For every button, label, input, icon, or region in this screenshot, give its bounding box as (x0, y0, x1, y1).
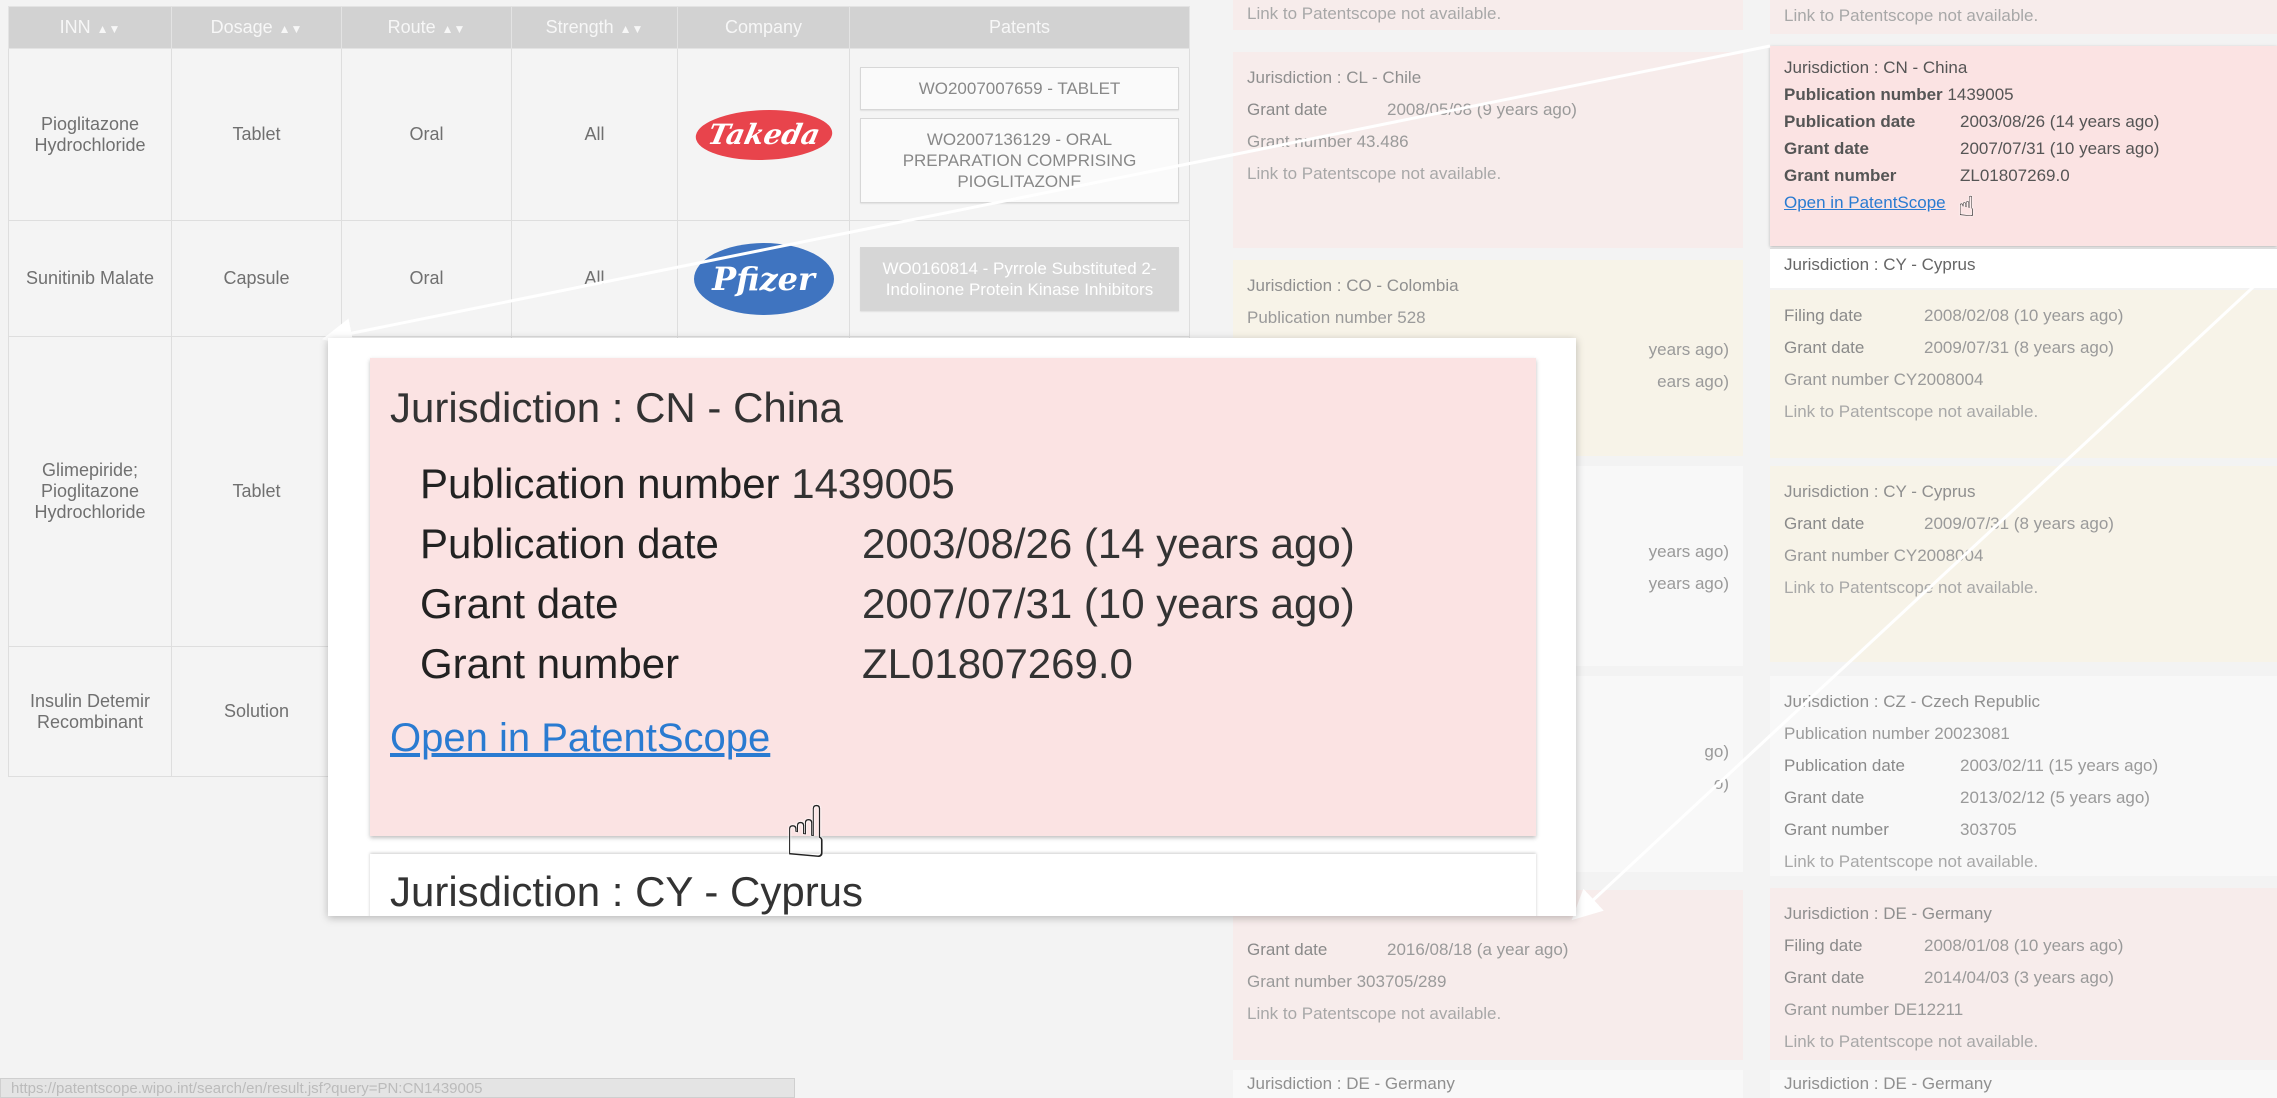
column-header-company: Company (677, 6, 850, 49)
hand-pointer-icon: ☝ (784, 790, 828, 874)
jurisdiction-card: Link to Patentscope not available. (1233, 0, 1743, 30)
zoomed-jurisdiction-title: Jurisdiction : CN - China (390, 384, 843, 431)
column-header-inn[interactable]: INN ▲▼ (8, 6, 172, 49)
cell-route: Oral (341, 220, 512, 337)
pfizer-logo: Pfizer (693, 242, 834, 315)
sort-icon[interactable]: ▲▼ (279, 22, 303, 36)
jurisdiction-card-cyprus: Jurisdiction : CY - Cyprus (1770, 248, 2277, 288)
table-row: Pioglitazone Hydrochloride Tablet Oral A… (8, 48, 1190, 221)
jurisdiction-card-cyprus: Jurisdiction : CY - Cyprus Grant date 200… (1770, 466, 2277, 662)
cell-patents: WO2007007659 - TABLET WO2007136129 - ORA… (849, 48, 1190, 221)
patent-button[interactable]: WO0160814 - Pyrrole Substituted 2-Indoli… (860, 246, 1179, 311)
table-header-row: INN ▲▼ Dosage ▲▼ Route ▲▼ Strength ▲▼ Compan… (8, 6, 1190, 49)
cell-company: Pfizer (677, 220, 850, 337)
column-header-route[interactable]: Route ▲▼ (341, 6, 512, 49)
jurisdiction-card: Jurisdiction : DE - Germany (1233, 1070, 1743, 1098)
cell-route: Oral (341, 48, 512, 221)
sort-icon[interactable]: ▲▼ (620, 22, 644, 36)
cell-strength: All (511, 48, 678, 221)
hand-pointer-icon: ☝ (1958, 190, 1976, 223)
cell-inn: Insulin Detemir Recombinant (8, 646, 172, 777)
browser-status-url: https://patentscope.wipo.int/search/en/r… (0, 1078, 795, 1098)
cell-dosage: Tablet (171, 336, 342, 647)
jurisdiction-card-czech: Jurisdiction : CZ - Czech Republic Publi… (1770, 676, 2277, 876)
jurisdiction-card-chile: Jurisdiction : CL - Chile Grant date 2008… (1233, 52, 1743, 248)
sort-icon[interactable]: ▲▼ (97, 22, 121, 36)
jurisdiction-card: Jurisdiction : DE - Germany (1770, 1070, 2277, 1098)
cell-inn: Pioglitazone Hydrochloride (8, 48, 172, 221)
jurisdiction-card: Link to Patentscope not available. (1770, 0, 2277, 34)
cell-strength: All (511, 220, 678, 337)
zoomed-jurisdiction-card-cyprus: Jurisdiction : CY - Cyprus (370, 854, 1536, 916)
cell-dosage: Tablet (171, 48, 342, 221)
jurisdiction-card-china: Jurisdiction : CN - China Publication nu… (1770, 46, 2277, 246)
cell-dosage: Capsule (171, 220, 342, 337)
cell-company: Takeda (677, 48, 850, 221)
column-header-strength[interactable]: Strength ▲▼ (511, 6, 678, 49)
jurisdiction-title: Jurisdiction : CN - China (1784, 58, 1968, 77)
column-header-dosage[interactable]: Dosage ▲▼ (171, 6, 342, 49)
zoomed-open-in-patentscope-link[interactable]: Open in PatentScope (390, 716, 770, 761)
jurisdiction-card-germany: Jurisdiction : DE - Germany Filing date 2… (1770, 888, 2277, 1060)
table-row: Sunitinib Malate Capsule Oral All Pfizer… (8, 220, 1190, 337)
patent-button[interactable]: WO2007007659 - TABLET (860, 66, 1179, 110)
cell-inn: Sunitinib Malate (8, 220, 172, 337)
column-header-patents: Patents (849, 6, 1190, 49)
cell-patents: WO0160814 - Pyrrole Substituted 2-Indoli… (849, 220, 1190, 337)
zoom-callout: Jurisdiction : CN - China Publication nu… (328, 338, 1576, 916)
patent-button[interactable]: WO2007136129 - ORAL PREPARATION COMPRISI… (860, 117, 1179, 203)
zoomed-jurisdiction-card-china: Jurisdiction : CN - China Publication nu… (370, 358, 1536, 836)
jurisdiction-card-cyprus: Filing date 2008/02/08 (10 years ago) Gra… (1770, 290, 2277, 458)
cell-inn: Glimepiride; Pioglitazone Hydrochloride (8, 336, 172, 647)
takeda-logo: Takeda (690, 109, 837, 160)
sort-icon[interactable]: ▲▼ (442, 22, 466, 36)
open-in-patentscope-link[interactable]: Open in PatentScope (1784, 193, 1946, 212)
cell-dosage: Solution (171, 646, 342, 777)
